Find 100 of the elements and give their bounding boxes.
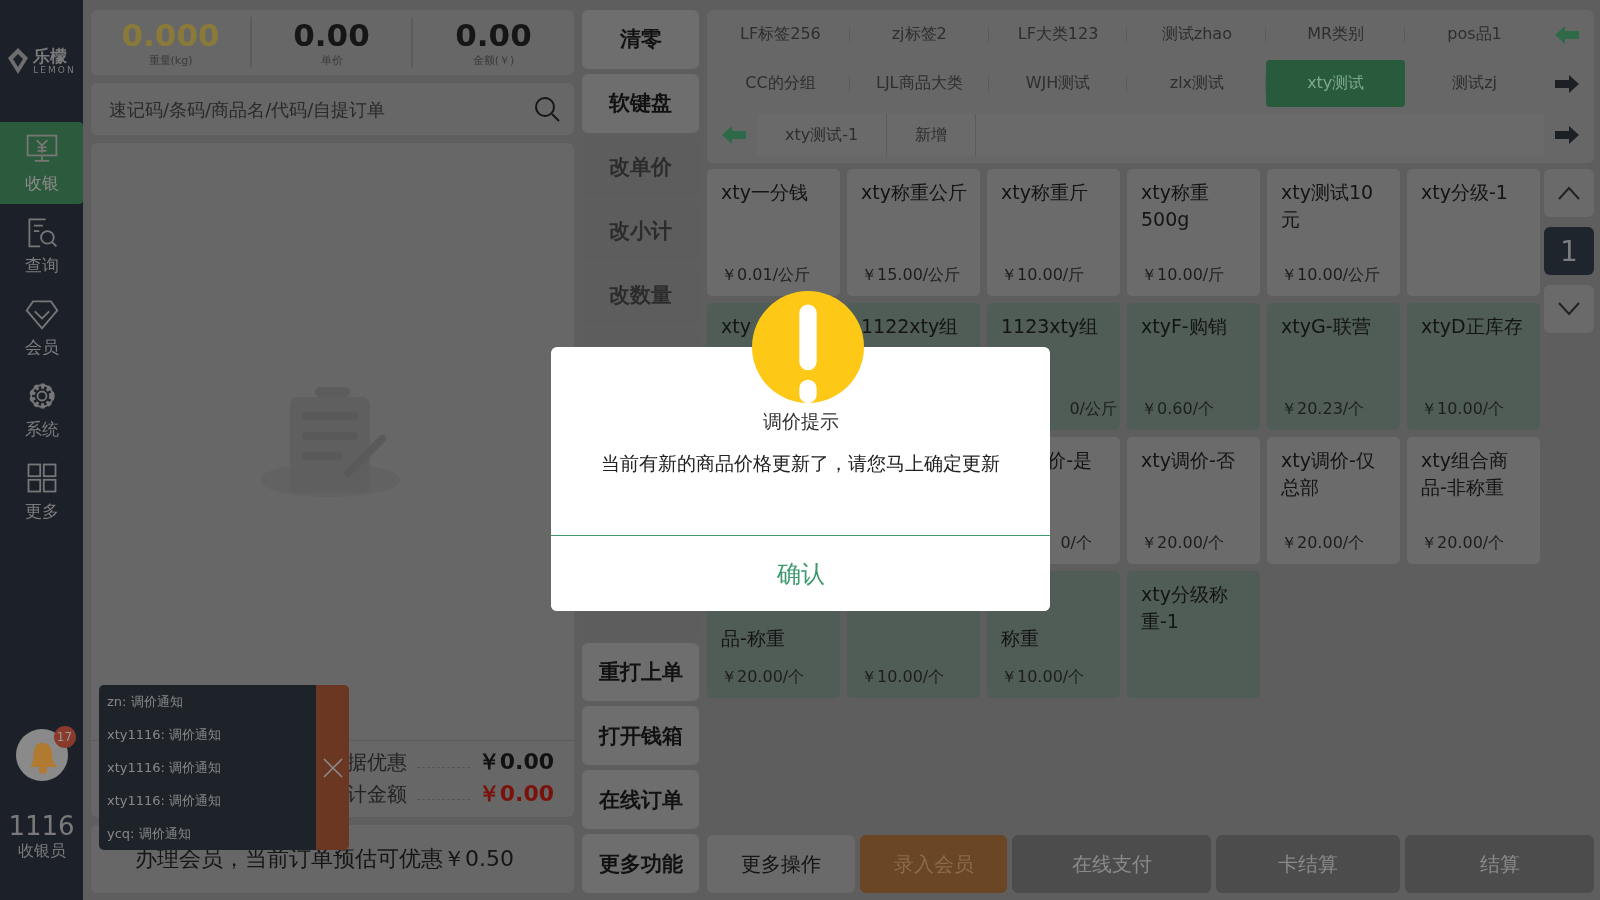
product-price: ￥10.00/个 <box>861 667 946 688</box>
product-price: ￥20.23/个 <box>1281 399 1366 420</box>
product-tile[interactable]: xty称重500g ￥10.00/斤 <box>1127 169 1260 296</box>
summary-label: 据优惠 <box>347 748 407 776</box>
right-arrow-icon[interactable] <box>1555 73 1579 94</box>
search-field[interactable]: 速记码/条码/商品名/代码/自提订单 <box>91 83 574 135</box>
category-tab[interactable]: zlx测试 <box>1127 60 1267 107</box>
product-price: ￥10.00/个 <box>1001 667 1086 688</box>
product-price: ￥10.00/斤 <box>1001 265 1086 286</box>
category-tab[interactable]: LF大类123 <box>988 11 1128 58</box>
search-input[interactable]: 速记码/条码/商品名/代码/自提订单 <box>107 97 534 121</box>
category-tab[interactable]: CC的分组 <box>711 60 850 107</box>
notification-item[interactable]: zn: 调价通知 <box>99 685 316 718</box>
product-name: 称重 <box>1001 626 1039 651</box>
product-name: 品-称重 <box>721 626 785 651</box>
chevron-up-icon <box>1558 186 1580 200</box>
logo-subtitle: LEMON <box>33 65 76 75</box>
product-name: 1122xty组 <box>861 315 959 337</box>
product-tile[interactable]: xtyG-联营 ￥20.23/个 <box>1267 303 1400 430</box>
sidebar-item[interactable]: 更多 <box>0 450 83 532</box>
product-tile[interactable]: xty分级称重-1 <box>1127 571 1260 698</box>
product-price: ￥20.00/个 <box>1281 533 1366 554</box>
subcategory-tab[interactable]: 新增 <box>887 114 977 156</box>
page-up-button[interactable] <box>1544 169 1594 217</box>
product-name: xty分级称重-1 <box>1141 583 1228 632</box>
action-button[interactable]: 软键盘 <box>582 73 699 133</box>
category-tab[interactable]: LJL商品大类 <box>849 60 989 107</box>
action-button[interactable]: 更多功能 <box>582 834 699 894</box>
product-tile[interactable]: xtyD正库存 ￥10.00/个 <box>1407 303 1540 430</box>
notification-badge: 17 <box>53 726 76 748</box>
category-tab[interactable]: WJH测试 <box>988 60 1128 107</box>
product-name: xty <box>721 315 751 337</box>
search-icon[interactable] <box>534 96 560 122</box>
action-button[interactable]: 重打上单 <box>582 642 699 702</box>
product-price: ￥20.00/个 <box>1141 533 1226 554</box>
scale-value: 0.00 <box>455 17 532 53</box>
product-price: 0/个 <box>1059 533 1092 554</box>
product-tile[interactable]: xty一分钱 ￥0.01/公斤 <box>707 169 840 296</box>
product-tile[interactable]: xty调价-否 ￥20.00/个 <box>1127 437 1260 564</box>
dialog-title: 调价提示 <box>761 409 840 434</box>
category-tab[interactable]: xty测试 <box>1266 60 1406 107</box>
footer-button[interactable]: 更多操作 <box>707 835 855 893</box>
product-tile[interactable]: xty称重斤 ￥10.00/斤 <box>987 169 1120 296</box>
cashier-role: 收银员 <box>16 841 67 862</box>
product-price: ￥20.00/个 <box>1421 533 1506 554</box>
product-tile[interactable]: xty测试10元 ￥10.00/公斤 <box>1267 169 1400 296</box>
product-name: 1123xty组 <box>1001 315 1099 337</box>
scale-value: 0.00 <box>293 17 370 53</box>
action-button[interactable]: 打开钱箱 <box>582 706 699 766</box>
product-tile[interactable]: xty组合商品-非称重 ￥20.00/个 <box>1407 437 1540 564</box>
sidebar-item[interactable]: 系统 <box>0 368 83 450</box>
page-down-button[interactable] <box>1544 285 1594 333</box>
product-price: ￥10.00/斤 <box>1141 265 1226 286</box>
product-tile[interactable]: xtyF-购销 ￥0.60/个 <box>1127 303 1260 430</box>
product-price: ￥10.00/个 <box>1421 399 1506 420</box>
product-price: ￥15.00/公斤 <box>861 265 962 286</box>
summary-value: ￥0.00 <box>477 780 554 808</box>
product-name: xty调价-否 <box>1141 449 1235 471</box>
summary-value: ￥0.00 <box>477 748 554 776</box>
product-name: xty调价-仅总部 <box>1281 449 1375 498</box>
summary-label: 计金额 <box>347 780 407 808</box>
product-name: xty分级-1 <box>1421 181 1508 203</box>
category-tab[interactable]: 测试zj <box>1405 60 1544 107</box>
product-name: xty称重公斤 <box>861 181 967 203</box>
product-price: ￥20.00/个 <box>721 667 806 688</box>
action-button[interactable]: 在线订单 <box>582 770 699 830</box>
notification-item[interactable]: xty1116: 调价通知 <box>99 718 316 751</box>
chevron-down-icon <box>1558 302 1580 316</box>
right-arrow-icon[interactable] <box>1555 125 1579 145</box>
sidebar-item[interactable]: 查询 <box>0 204 83 286</box>
sidebar-item[interactable]: 会员 <box>0 286 83 368</box>
product-name: xtyF-购销 <box>1141 315 1227 337</box>
subcategory-tab[interactable]: xty测试-1 <box>757 114 888 156</box>
close-icon[interactable] <box>322 757 343 778</box>
product-name: xtyD正库存 <box>1421 315 1523 337</box>
product-name: xty称重500g <box>1141 181 1209 230</box>
page-number: 1 <box>1544 227 1594 275</box>
cashier-id: 1116 <box>7 811 76 841</box>
notification-item[interactable]: xty1116: 调价通知 <box>99 751 316 784</box>
category-tab[interactable]: pos品1 <box>1405 11 1544 58</box>
product-tile[interactable]: xty分级-1 <box>1407 169 1540 296</box>
product-price: ￥0.01/公斤 <box>721 265 811 286</box>
confirm-button[interactable]: 确认 <box>551 535 1050 611</box>
category-tab[interactable]: 测试zhao <box>1127 11 1267 58</box>
product-price: ￥0.60/个 <box>1141 399 1215 420</box>
category-tab[interactable]: zj标签2 <box>849 11 989 58</box>
category-tab[interactable]: MR类别 <box>1266 11 1406 58</box>
product-name: xty组合商品-非称重 <box>1421 449 1508 498</box>
product-price: ￥10.00/公斤 <box>1281 265 1382 286</box>
notification-item[interactable]: xty1116: 调价通知 <box>99 784 316 817</box>
product-tile[interactable]: xty称重公斤 ￥15.00/公斤 <box>847 169 980 296</box>
logo-name: 乐檬 <box>33 47 69 65</box>
action-button[interactable]: 清零 <box>582 10 699 69</box>
logo-icon <box>7 48 30 74</box>
product-tile[interactable]: xty调价-仅总部 ￥20.00/个 <box>1267 437 1400 564</box>
product-name: xtyG-联营 <box>1281 315 1371 337</box>
product-name: xty测试10元 <box>1281 181 1374 230</box>
sidebar-item[interactable]: 收银 <box>0 122 83 204</box>
category-tab[interactable]: LF标签256 <box>711 11 850 58</box>
product-price: 0/公斤 <box>1068 399 1117 420</box>
